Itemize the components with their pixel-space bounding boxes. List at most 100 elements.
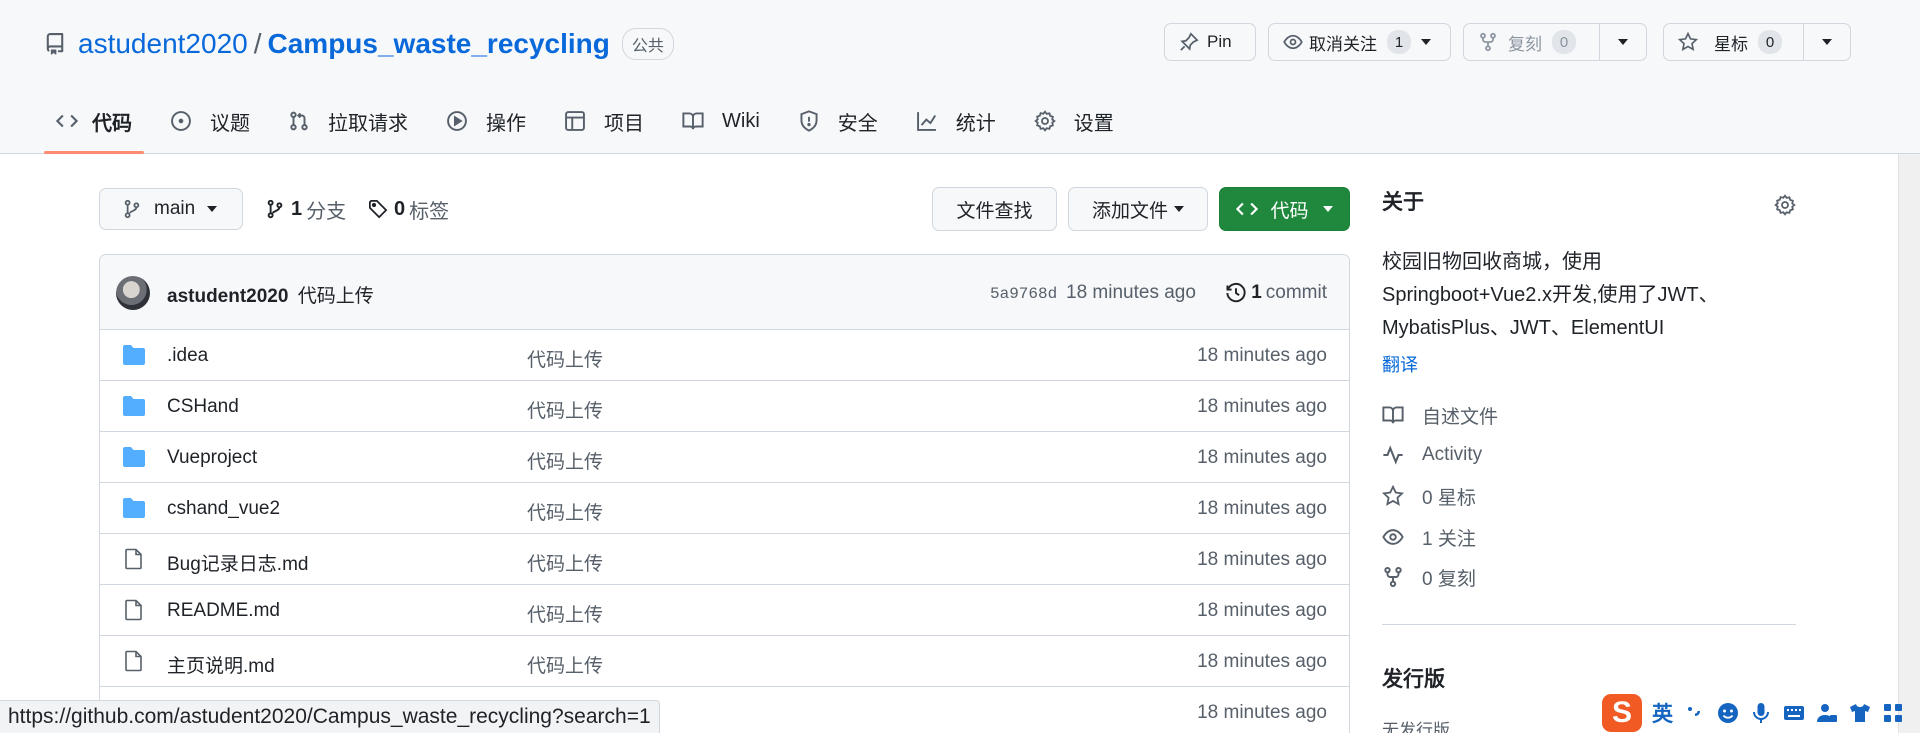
skin-shirt-icon[interactable]: [1848, 701, 1872, 725]
history-icon: [1225, 282, 1247, 304]
commit-author-name[interactable]: astudent2020: [167, 286, 288, 307]
unwatch-button[interactable]: 取消关注 1: [1268, 23, 1451, 61]
ime-language-toggle[interactable]: 英: [1652, 698, 1673, 728]
ime-toolbar: S 英: [1602, 692, 1920, 733]
tab-settings[interactable]: 设置: [1022, 100, 1126, 142]
file-icon: [122, 548, 146, 570]
repo-owner-link[interactable]: astudent2020: [78, 28, 248, 60]
microphone-icon[interactable]: [1749, 701, 1773, 725]
code-button-label: 代码: [1270, 200, 1309, 222]
file-row[interactable]: CSHand 代码上传 18 minutes ago: [100, 381, 1349, 432]
find-file-button[interactable]: 文件查找: [932, 187, 1057, 231]
commit-count-label: commit: [1265, 282, 1327, 303]
file-name[interactable]: README.md: [167, 600, 280, 622]
gear-icon[interactable]: [1774, 194, 1796, 216]
folder-icon: [122, 344, 146, 366]
graph-icon: [916, 110, 938, 132]
code-dropdown-button[interactable]: 代码: [1219, 187, 1350, 231]
avatar[interactable]: [116, 276, 150, 310]
tab-actions[interactable]: 操作: [434, 100, 538, 142]
file-name[interactable]: Bug记录日志.md: [167, 549, 308, 576]
stars-label: 0 星标: [1422, 487, 1476, 509]
file-commit-message[interactable]: 代码上传: [527, 651, 603, 678]
commit-message[interactable]: 代码上传: [298, 286, 374, 307]
fork-button[interactable]: 复刻 0: [1464, 24, 1599, 60]
fork-dropdown-button[interactable]: [1600, 24, 1646, 60]
tab-pull-requests[interactable]: 拉取请求: [276, 100, 420, 142]
punctuation-icon[interactable]: [1683, 701, 1707, 725]
description-line: 校园旧物回收商城，使用: [1382, 251, 1602, 273]
commit-sha[interactable]: 5a9768d: [990, 285, 1057, 303]
chevron-down-icon: [1421, 39, 1431, 45]
watchers-link[interactable]: 1 关注: [1382, 524, 1476, 550]
file-name[interactable]: Vueproject: [167, 447, 257, 469]
keyboard-icon[interactable]: [1782, 701, 1806, 725]
file-row[interactable]: .idea 代码上传 18 minutes ago: [100, 330, 1349, 381]
file-name[interactable]: CSHand: [167, 396, 239, 418]
branches-link[interactable]: 1 分支: [265, 196, 346, 223]
book-icon: [682, 110, 704, 132]
file-row[interactable]: 主页说明.md 代码上传 18 minutes ago: [100, 636, 1349, 687]
tab-label: Wiki: [722, 109, 760, 132]
chevron-down-icon: [1174, 206, 1184, 212]
fork-split-button: 复刻 0: [1463, 23, 1647, 61]
star-dropdown-button[interactable]: [1804, 24, 1850, 60]
file-time: 18 minutes ago: [1197, 447, 1327, 468]
tab-projects[interactable]: 项目: [552, 100, 656, 142]
watch-count: 1: [1387, 30, 1411, 54]
star-icon: [1678, 32, 1698, 52]
find-file-label: 文件查找: [956, 200, 1033, 222]
activity-link[interactable]: Activity: [1382, 442, 1482, 468]
tags-link[interactable]: 0 标签: [368, 196, 449, 223]
window-scrollbar[interactable]: [1898, 154, 1920, 733]
star-count: 0: [1758, 30, 1782, 54]
eye-icon: [1382, 526, 1404, 548]
repo-name-link[interactable]: Campus_waste_recycling: [268, 28, 610, 60]
tab-issues[interactable]: 议题: [158, 100, 262, 142]
star-button[interactable]: 星标 0: [1664, 24, 1803, 60]
ime-logo[interactable]: S: [1602, 693, 1642, 732]
repo-description: 校园旧物回收商城，使用 Springboot+Vue2.x开发,使用了JWT、 …: [1382, 246, 1782, 345]
readme-link[interactable]: 自述文件: [1382, 402, 1498, 428]
user-icon[interactable]: [1815, 701, 1839, 725]
file-row[interactable]: Vueproject 代码上传 18 minutes ago: [100, 432, 1349, 483]
play-icon: [446, 110, 468, 132]
commit-history-link[interactable]: 1 commit: [1225, 282, 1327, 304]
file-commit-message[interactable]: 代码上传: [527, 549, 603, 576]
grid-menu-icon[interactable]: [1881, 701, 1905, 725]
emoji-icon[interactable]: [1716, 701, 1740, 725]
add-file-button[interactable]: 添加文件: [1068, 187, 1208, 231]
file-row[interactable]: README.md 代码上传 18 minutes ago: [100, 585, 1349, 636]
file-commit-message[interactable]: 代码上传: [527, 345, 603, 372]
file-commit-message[interactable]: 代码上传: [527, 498, 603, 525]
branch-select-button[interactable]: main: [99, 188, 243, 230]
folder-icon: [122, 395, 146, 417]
tab-security[interactable]: 安全: [786, 100, 890, 142]
file-row[interactable]: cshand_vue2 代码上传 18 minutes ago: [100, 483, 1349, 534]
tab-insights[interactable]: 统计: [904, 100, 1008, 142]
file-name[interactable]: cshand_vue2: [167, 498, 280, 520]
translate-link[interactable]: 翻译: [1382, 351, 1418, 377]
shield-icon: [798, 110, 820, 132]
tab-code[interactable]: 代码: [44, 100, 144, 154]
commit-author[interactable]: astudent2020 代码上传: [167, 281, 374, 308]
tab-label: 议题: [210, 112, 250, 135]
stars-link[interactable]: 0 星标: [1382, 483, 1476, 509]
tab-wiki[interactable]: Wiki: [670, 100, 772, 142]
add-file-label: 添加文件: [1091, 200, 1168, 222]
forks-link[interactable]: 0 复刻: [1382, 564, 1476, 590]
file-time: 18 minutes ago: [1197, 549, 1327, 570]
file-time: 18 minutes ago: [1197, 600, 1327, 621]
file-time: 18 minutes ago: [1197, 498, 1327, 519]
repo-tabs: 代码 议题 拉取请求 操作 项目 Wiki 安全 统计 设置: [44, 100, 1140, 154]
fork-icon: [1382, 566, 1404, 588]
file-commit-message[interactable]: 代码上传: [527, 447, 603, 474]
file-commit-message[interactable]: 代码上传: [527, 396, 603, 423]
pin-button[interactable]: Pin: [1164, 23, 1256, 61]
repo-header: astudent2020 / Campus_waste_recycling 公共…: [0, 0, 1920, 154]
file-name[interactable]: 主页说明.md: [167, 651, 275, 678]
file-name[interactable]: .idea: [167, 345, 208, 367]
releases-heading[interactable]: 发行版: [1382, 663, 1445, 693]
file-commit-message[interactable]: 代码上传: [527, 600, 603, 627]
file-row[interactable]: Bug记录日志.md 代码上传 18 minutes ago: [100, 534, 1349, 585]
